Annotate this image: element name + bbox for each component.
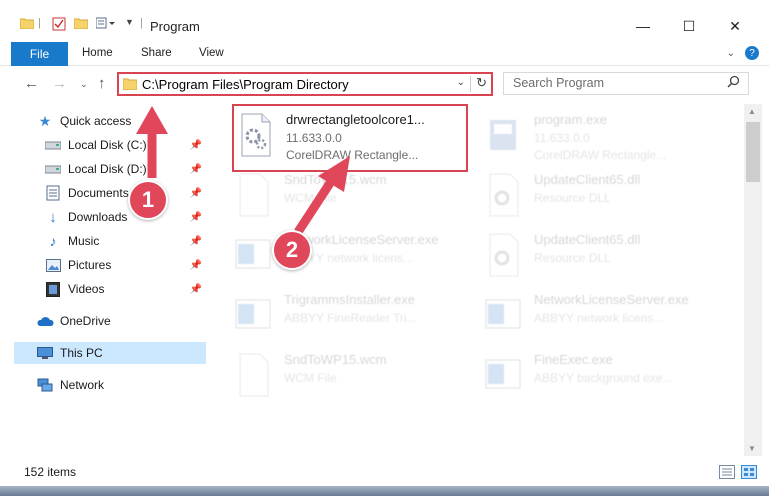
arrow-2-shaft — [294, 177, 336, 235]
step-1-badge: 1 — [128, 180, 168, 220]
arrow-1-head — [136, 106, 168, 134]
annotation-arrows — [136, 106, 350, 235]
step-2-badge: 2 — [272, 230, 312, 270]
